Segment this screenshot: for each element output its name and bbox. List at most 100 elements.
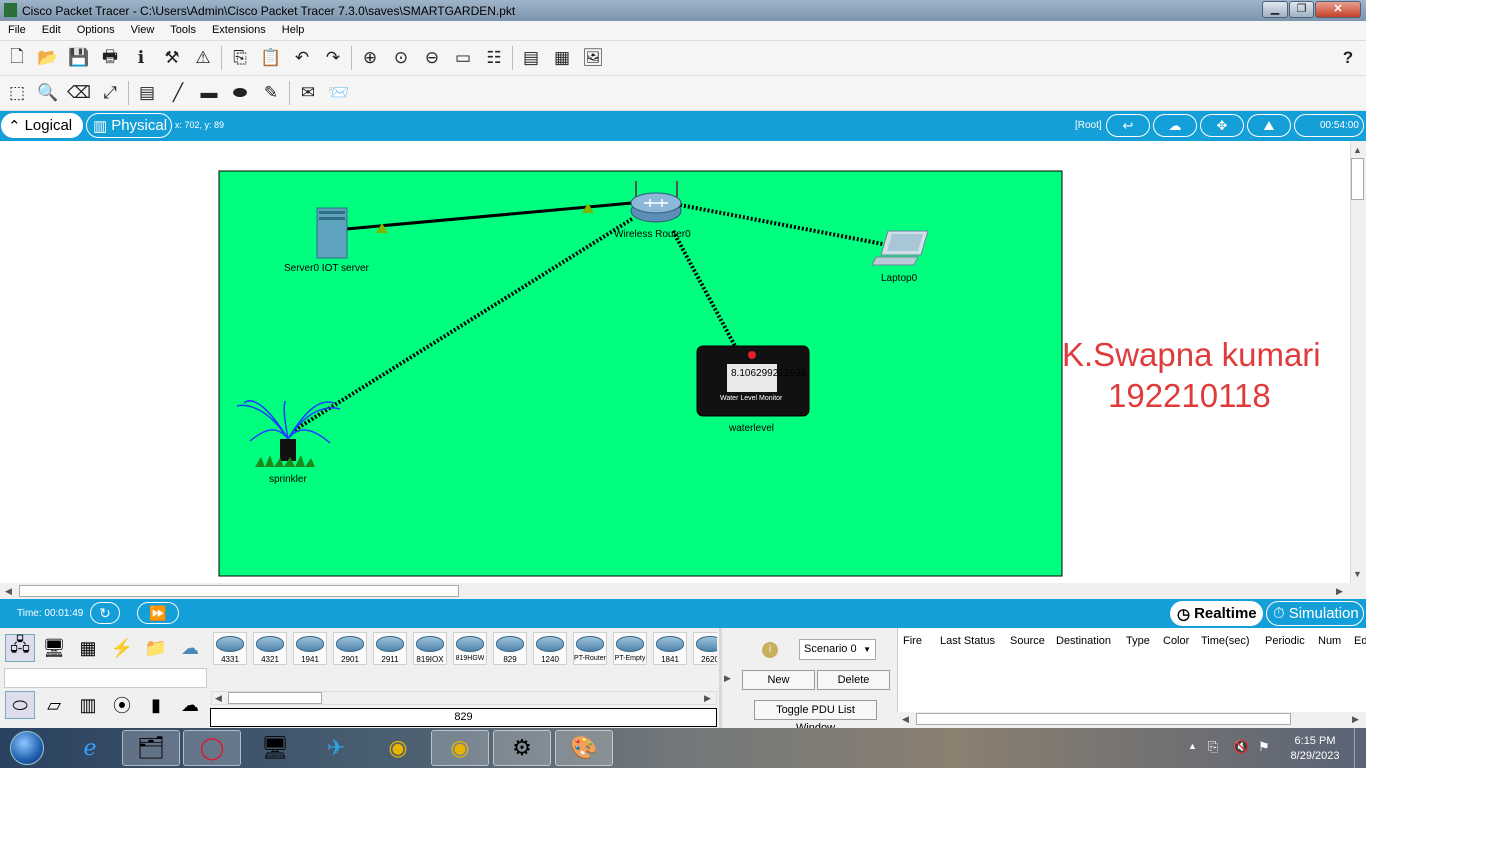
- device-list-icon[interactable]: ▦: [550, 47, 574, 69]
- volume-muted-icon[interactable]: 🔇: [1233, 739, 1249, 755]
- internet-explorer-icon[interactable]: ℯ: [61, 730, 119, 766]
- water-level-monitor-icon[interactable]: [696, 345, 810, 417]
- device-scroll-right-icon[interactable]: ▶: [704, 693, 711, 704]
- network-wizard-icon[interactable]: ⚒: [160, 47, 184, 69]
- notes-icon[interactable]: ▤: [519, 47, 543, 69]
- add-simple-pdu-icon[interactable]: ✉: [296, 82, 320, 104]
- col-destination[interactable]: Destination: [1056, 635, 1111, 647]
- scenario-info-icon[interactable]: i: [762, 642, 778, 658]
- device-1941[interactable]: 1941: [293, 632, 327, 665]
- open-folder-icon[interactable]: 📂: [36, 47, 60, 69]
- connections-category-icon[interactable]: ⚡: [107, 634, 137, 662]
- menu-view[interactable]: View: [123, 21, 163, 36]
- simulation-mode-button[interactable]: ⏱ Simulation: [1266, 601, 1364, 626]
- col-time[interactable]: Time(sec): [1201, 635, 1249, 647]
- device-pt-router[interactable]: PT-Router: [573, 632, 607, 665]
- menu-options[interactable]: Options: [69, 21, 123, 36]
- draw-line-icon[interactable]: ╱: [166, 82, 190, 104]
- scroll-up-icon[interactable]: ▲: [1353, 145, 1362, 155]
- save-icon[interactable]: 💾: [67, 47, 91, 69]
- network-tray-icon[interactable]: ⎘: [1208, 739, 1218, 755]
- draw-ellipse-icon[interactable]: ⬬: [228, 82, 252, 104]
- menu-extensions[interactable]: Extensions: [204, 21, 274, 36]
- start-button[interactable]: [0, 730, 54, 766]
- zoom-out-icon[interactable]: ⊖: [420, 47, 444, 69]
- multiuser-category-icon[interactable]: ☁: [175, 634, 205, 662]
- device-2620[interactable]: 2620: [693, 632, 717, 665]
- col-type[interactable]: Type: [1126, 635, 1150, 647]
- activity-wizard-icon[interactable]: ⚠: [191, 47, 215, 69]
- security-subcategory-icon[interactable]: ▮: [141, 691, 171, 719]
- window-icon[interactable]: ▭: [451, 47, 475, 69]
- pdu-scroll-thumb[interactable]: [916, 713, 1291, 725]
- col-num[interactable]: Num: [1318, 635, 1341, 647]
- fast-forward-icon[interactable]: ⏩: [137, 602, 179, 624]
- tab-logical[interactable]: ⌃ Logical: [1, 113, 83, 138]
- system-clock[interactable]: 6:15 PM 8/29/2023: [1280, 734, 1350, 764]
- device-819iox[interactable]: 819IOX: [413, 632, 447, 665]
- power-cycle-icon[interactable]: ↻: [90, 602, 120, 624]
- col-last-status[interactable]: Last Status: [940, 635, 995, 647]
- background-icon[interactable]: ⛰: [1247, 114, 1291, 137]
- chrome-icon[interactable]: ◉: [369, 730, 427, 766]
- device-pt-empty[interactable]: PT-Empty: [613, 632, 647, 665]
- logical-workspace[interactable]: Server0 IOT server Wireless Router0 Lapt…: [0, 141, 1350, 583]
- device-829[interactable]: 829: [493, 632, 527, 665]
- back-icon[interactable]: ↩: [1106, 114, 1150, 137]
- scenario-select[interactable]: Scenario 0 ▼: [799, 639, 876, 660]
- vertical-scroll-thumb[interactable]: [1351, 158, 1364, 200]
- col-edit[interactable]: Ed: [1354, 635, 1366, 647]
- pdu-scroll-left-icon[interactable]: ◀: [902, 714, 909, 725]
- components-category-icon[interactable]: ▦: [73, 634, 103, 662]
- menu-edit[interactable]: Edit: [34, 21, 69, 36]
- col-periodic[interactable]: Periodic: [1265, 635, 1305, 647]
- menu-help[interactable]: Help: [274, 21, 313, 36]
- device-1841[interactable]: 1841: [653, 632, 687, 665]
- draw-rectangle-icon[interactable]: ▬: [197, 82, 221, 104]
- chrome-profile-icon[interactable]: ◉: [431, 730, 489, 766]
- paste-icon[interactable]: 📋: [259, 47, 283, 69]
- device-2901[interactable]: 2901: [333, 632, 367, 665]
- collapse-arrow-icon[interactable]: ▶: [724, 673, 731, 684]
- device-819hgw[interactable]: 819HGW: [453, 632, 487, 665]
- minimize-button[interactable]: ▁: [1262, 1, 1288, 18]
- show-hidden-icons-icon[interactable]: ▲: [1188, 741, 1197, 751]
- maximize-button[interactable]: ❐: [1289, 1, 1314, 18]
- menu-file[interactable]: File: [0, 21, 34, 36]
- info-icon[interactable]: ℹ: [129, 47, 153, 69]
- device-1240[interactable]: 1240: [533, 632, 567, 665]
- server-icon[interactable]: [316, 207, 348, 259]
- resize-icon[interactable]: ⤢: [98, 82, 122, 104]
- horizontal-scroll-thumb[interactable]: [19, 585, 459, 597]
- delete-icon[interactable]: ⌫: [67, 82, 91, 104]
- zoom-reset-icon[interactable]: ⊙: [389, 47, 413, 69]
- vertical-scrollbar[interactable]: [1350, 141, 1366, 583]
- add-complex-pdu-icon[interactable]: 📨: [327, 82, 351, 104]
- network-devices-category-icon[interactable]: 🖧: [5, 634, 35, 662]
- toggle-pdu-list-button[interactable]: Toggle PDU List Window: [754, 700, 877, 734]
- control-panel-icon[interactable]: 🖥: [246, 730, 304, 766]
- select-icon[interactable]: ⬚: [5, 82, 29, 104]
- redo-icon[interactable]: ↷: [321, 47, 345, 69]
- palette-icon[interactable]: ☷: [482, 47, 506, 69]
- miscellaneous-category-icon[interactable]: 📁: [141, 634, 171, 662]
- undo-icon[interactable]: ↶: [290, 47, 314, 69]
- routers-subcategory-icon[interactable]: ⬭: [5, 691, 35, 719]
- switches-subcategory-icon[interactable]: ▱: [39, 691, 69, 719]
- col-color[interactable]: Color: [1163, 635, 1189, 647]
- freeform-icon[interactable]: ✎: [259, 82, 283, 104]
- realtime-mode-button[interactable]: ◷ Realtime: [1170, 601, 1263, 626]
- col-fire[interactable]: Fire: [903, 635, 922, 647]
- packet-tracer-icon[interactable]: ⚙: [493, 730, 551, 766]
- copy-icon[interactable]: ⎘: [228, 47, 252, 69]
- screenshot-icon[interactable]: 🖼: [581, 47, 605, 69]
- device-scroll-left-icon[interactable]: ◀: [215, 693, 222, 704]
- file-explorer-icon[interactable]: 🗂: [122, 730, 180, 766]
- new-scenario-button[interactable]: New: [742, 670, 815, 690]
- close-button[interactable]: ✕: [1315, 1, 1361, 18]
- menu-tools[interactable]: Tools: [162, 21, 204, 36]
- tab-physical[interactable]: ▥ Physical: [86, 113, 172, 138]
- pdu-scroll-right-icon[interactable]: ▶: [1352, 714, 1359, 725]
- move-object-icon[interactable]: ✥: [1200, 114, 1244, 137]
- scroll-right-icon[interactable]: ▶: [1336, 586, 1343, 597]
